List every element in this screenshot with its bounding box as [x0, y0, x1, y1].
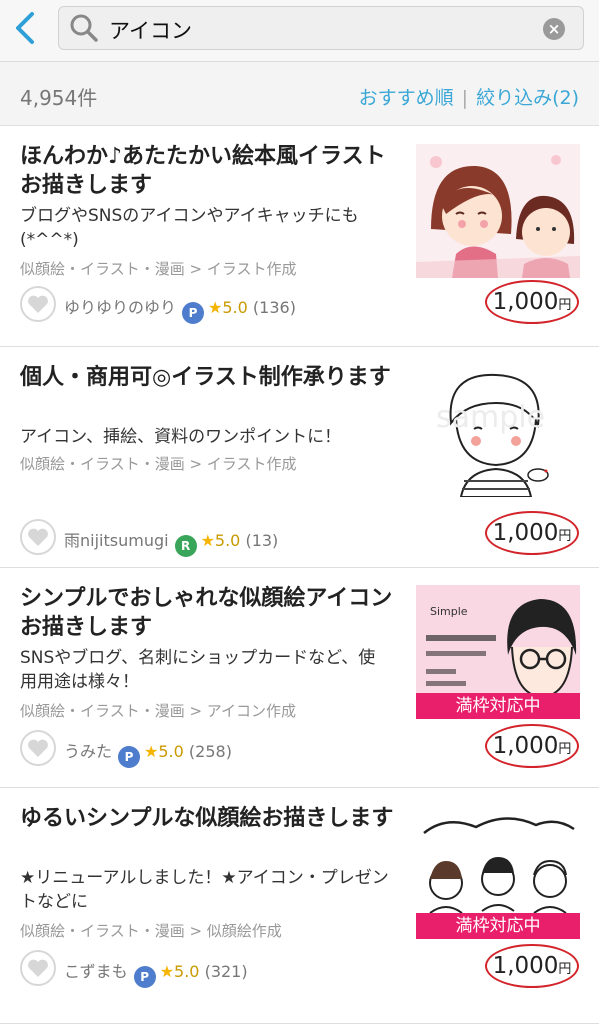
- seller-name[interactable]: 雨nijitsumugi: [64, 531, 169, 550]
- seller-info: ゆりゆりのゆり P ★5.0 (136): [64, 294, 296, 324]
- results-bar: 4,954件 おすすめ順 | 絞り込み(2): [0, 62, 599, 126]
- search-input[interactable]: アイコン ×: [58, 6, 584, 50]
- sort-filter-group: おすすめ順 | 絞り込み(2): [359, 83, 579, 110]
- favorite-heart-icon[interactable]: [20, 730, 56, 766]
- availability-banner: 満枠対応中: [416, 913, 580, 939]
- price-tag: 1,000円: [485, 511, 579, 555]
- seller-name[interactable]: ゆりゆりのゆり: [64, 298, 176, 317]
- item-thumbnail[interactable]: sample: [416, 363, 580, 498]
- seller-rank-badge-icon: P: [182, 302, 205, 324]
- item-description: SNSやブログ、名刺にショップカードなど、使用用途は様々！: [20, 648, 376, 692]
- divider: |: [461, 87, 469, 109]
- item-thumbnail[interactable]: Simple 満枠対応中: [416, 585, 580, 719]
- item-description: ブログやSNSのアイコンやアイキャッチにも(*^^*): [20, 206, 359, 250]
- svg-text:sample: sample: [436, 400, 545, 435]
- clear-search-icon[interactable]: ×: [543, 18, 565, 40]
- price-unit: 円: [558, 529, 572, 544]
- price-tag: 1,000円: [485, 944, 579, 988]
- item-category[interactable]: 似顔絵・イラスト・漫画 > イラスト作成: [20, 453, 297, 474]
- list-item[interactable]: ゆるいシンプルな似顔絵お描きします ★リニューアルしました！★アイコン・プレゼン…: [0, 788, 599, 1024]
- price-unit: 円: [558, 298, 572, 313]
- review-count: (13): [245, 531, 279, 550]
- item-thumbnail[interactable]: 満枠対応中: [416, 805, 580, 939]
- sort-button[interactable]: おすすめ順: [359, 87, 454, 109]
- favorite-heart-icon[interactable]: [20, 519, 56, 555]
- item-title[interactable]: シンプルでおしゃれな似顔絵アイコンお描きします: [20, 584, 406, 642]
- rating-value: 5.0: [158, 742, 184, 761]
- item-category[interactable]: 似顔絵・イラスト・漫画 > イラスト作成: [20, 258, 297, 279]
- seller-info: こずまも P ★5.0 (321): [64, 958, 248, 988]
- price-value: 1,000: [492, 520, 559, 546]
- header-bar: アイコン ×: [0, 0, 599, 62]
- favorite-heart-icon[interactable]: [20, 286, 56, 322]
- seller-info: うみた P ★5.0 (258): [64, 738, 232, 768]
- back-arrow-icon[interactable]: [10, 10, 42, 46]
- rating-value: 5.0: [222, 298, 248, 317]
- list-item[interactable]: シンプルでおしゃれな似顔絵アイコンお描きします SNSやブログ、名刺にショップカ…: [0, 568, 599, 788]
- item-category[interactable]: 似顔絵・イラスト・漫画 > アイコン作成: [20, 700, 296, 721]
- rating-value: 5.0: [214, 531, 241, 550]
- seller-name[interactable]: こずまも: [64, 962, 128, 981]
- star-icon: ★: [159, 962, 175, 981]
- favorite-heart-icon[interactable]: [20, 950, 56, 986]
- price-unit: 円: [558, 742, 572, 757]
- price-value: 1,000: [492, 289, 559, 315]
- svg-text:Simple: Simple: [430, 605, 468, 618]
- item-title[interactable]: ほんわか♪あたたかい絵本風イラストお描きします: [20, 142, 406, 200]
- seller-rank-badge-icon: P: [133, 966, 156, 988]
- filter-button[interactable]: 絞り込み(2): [476, 87, 579, 109]
- review-count: (136): [252, 298, 296, 317]
- search-icon: [69, 13, 99, 43]
- item-description: ★リニューアルしました！★アイコン・プレゼントなどに: [20, 868, 389, 912]
- seller-info: 雨nijitsumugi R ★5.0 (13): [64, 527, 278, 557]
- results-count: 4,954件: [20, 86, 98, 110]
- search-query-text: アイコン: [109, 19, 192, 43]
- item-category[interactable]: 似顔絵・イラスト・漫画 > 似顔絵作成: [20, 920, 282, 941]
- rating-value: 5.0: [174, 962, 200, 981]
- review-count: (258): [188, 742, 232, 761]
- list-item[interactable]: 個人・商用可◎イラスト制作承ります アイコン、挿絵、資料のワンポイントに！ 似顔…: [0, 347, 599, 568]
- list-item[interactable]: ほんわか♪あたたかい絵本風イラストお描きします ブログやSNSのアイコンやアイキ…: [0, 126, 599, 347]
- star-icon: ★: [208, 298, 223, 317]
- item-title[interactable]: 個人・商用可◎イラスト制作承ります: [20, 363, 406, 392]
- seller-name[interactable]: うみた: [64, 742, 112, 761]
- item-description: アイコン、挿絵、資料のワンポイントに！: [20, 427, 342, 447]
- price-value: 1,000: [492, 953, 559, 979]
- seller-rank-badge-icon: R: [174, 535, 197, 557]
- item-thumbnail[interactable]: [416, 144, 580, 278]
- star-icon: ★: [200, 531, 215, 550]
- item-title[interactable]: ゆるいシンプルな似顔絵お描きします: [20, 804, 406, 833]
- star-icon: ★: [144, 742, 159, 761]
- review-count: (321): [204, 962, 248, 981]
- availability-banner: 満枠対応中: [416, 693, 580, 719]
- price-value: 1,000: [492, 733, 559, 759]
- price-unit: 円: [558, 962, 572, 977]
- price-tag: 1,000円: [485, 280, 579, 324]
- seller-rank-badge-icon: P: [118, 746, 141, 768]
- price-tag: 1,000円: [485, 724, 579, 768]
